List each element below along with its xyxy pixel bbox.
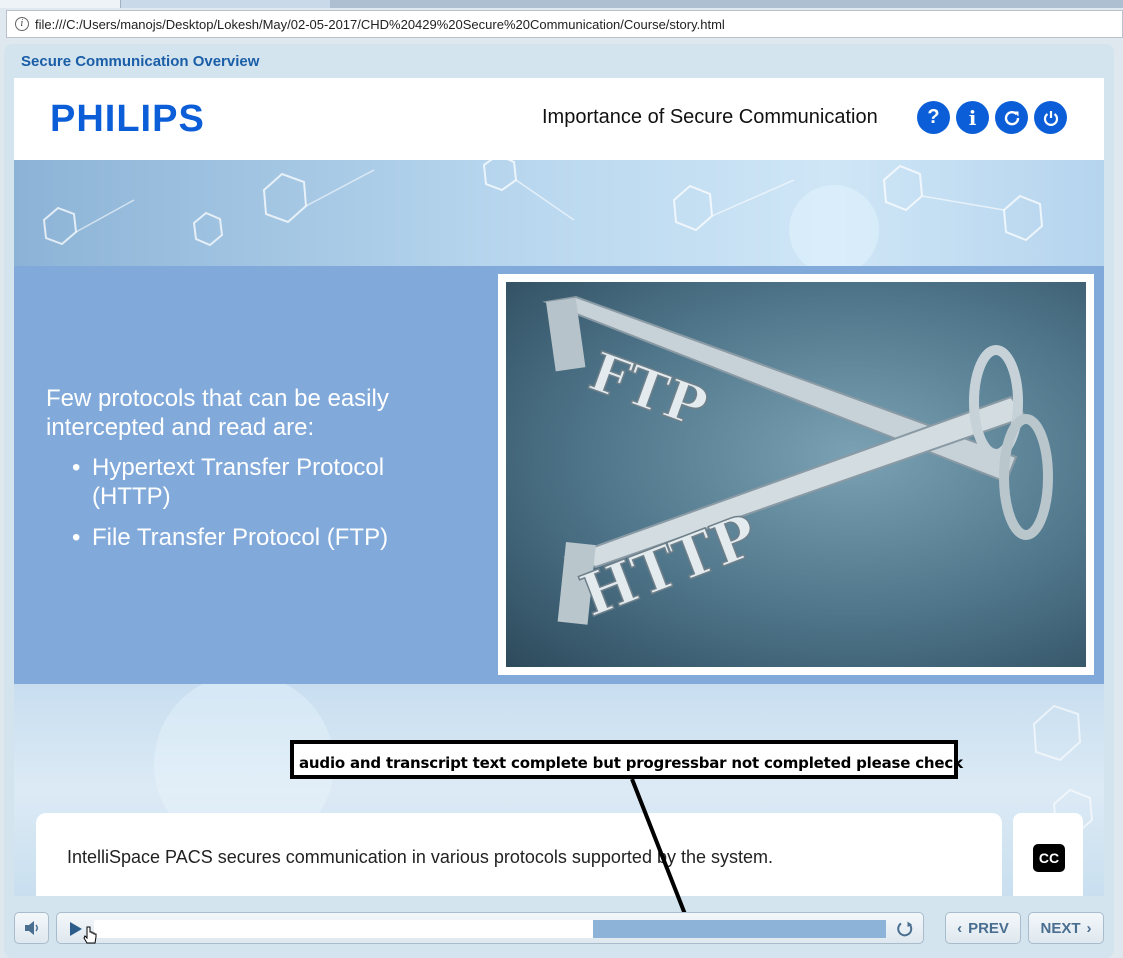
speaker-icon: [24, 921, 38, 935]
prev-label: PREV: [968, 919, 1009, 937]
play-icon[interactable]: [69, 921, 83, 937]
next-button[interactable]: NEXT ›: [1028, 912, 1104, 944]
annotation-pointer-line: [630, 778, 694, 933]
volume-button[interactable]: [14, 912, 49, 944]
mouse-cursor-icon: [83, 926, 97, 944]
prev-button[interactable]: ‹ PREV: [945, 912, 1021, 944]
chevron-right-icon: ›: [1086, 919, 1092, 937]
chevron-left-icon: ‹: [957, 919, 963, 937]
replay-icon[interactable]: [895, 919, 915, 939]
annotation-callout: audio and transcript text complete but p…: [290, 740, 963, 779]
seekbar-container: [56, 912, 924, 944]
annotation-text: audio and transcript text complete but p…: [299, 754, 963, 772]
progress-bar-fill: [94, 920, 593, 938]
progress-bar[interactable]: [94, 920, 886, 938]
next-label: NEXT: [1040, 919, 1081, 937]
